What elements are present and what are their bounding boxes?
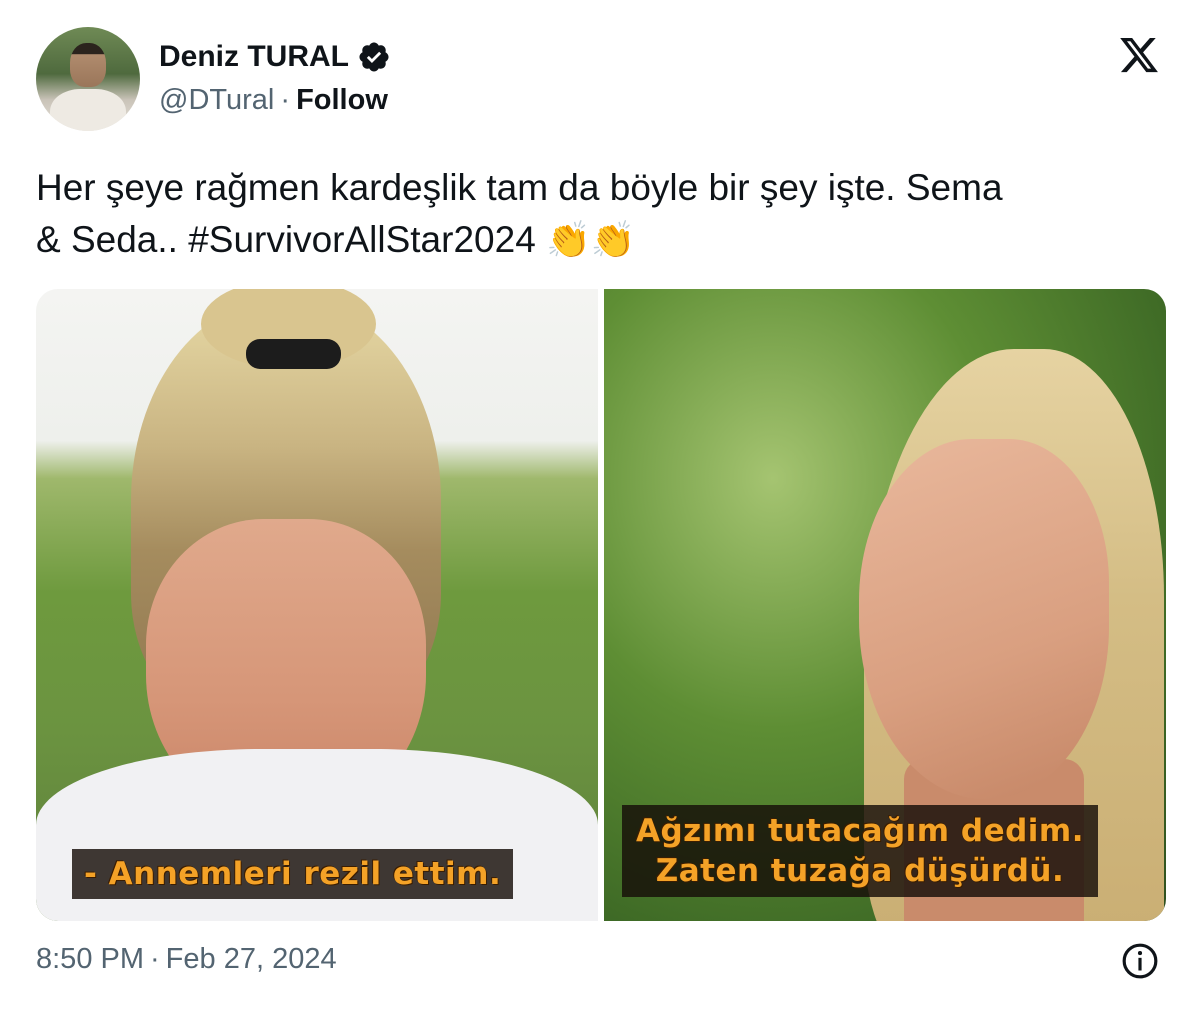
timestamp-time: 8:50 PM <box>36 943 144 975</box>
photo-figure-hair-tie <box>246 339 341 369</box>
avatar[interactable] <box>36 27 140 131</box>
timestamp[interactable]: 8:50 PM · Feb 27, 2024 <box>36 943 337 976</box>
avatar-body <box>50 89 126 131</box>
tweet-text-line-2: & Seda.. #SurvivorAllStar2024 👏👏 <box>36 214 1166 266</box>
subtitle-caption-left: - Annemleri rezil ettim. <box>72 849 514 899</box>
author-handle[interactable]: @DTural <box>159 84 274 116</box>
media-image-right[interactable]: Ağzımı tutacağım dedim. Zaten tuzağa düş… <box>604 289 1166 921</box>
clapping-hands-icon: 👏👏 <box>546 219 636 260</box>
tweet-card: Deniz TURAL @DTural · Follow Her şeye rağm… <box>0 0 1200 1021</box>
tweet-text-line-2-content: & Seda.. #SurvivorAllStar2024 <box>36 219 536 260</box>
author-handle-row: @DTural · Follow <box>159 84 388 117</box>
author-name-row[interactable]: Deniz TURAL <box>159 40 391 74</box>
info-icon[interactable] <box>1121 942 1159 980</box>
author-name[interactable]: Deniz TURAL <box>159 40 349 74</box>
timestamp-date: Feb 27, 2024 <box>165 943 337 975</box>
photo-figure-face <box>859 439 1109 799</box>
timestamp-separator: · <box>150 943 160 975</box>
media-grid[interactable]: - Annemleri rezil ettim. Ağzımı tutacağı… <box>36 289 1166 921</box>
avatar-head <box>70 43 106 87</box>
follow-button[interactable]: Follow <box>296 84 388 116</box>
x-logo-icon[interactable] <box>1114 34 1164 76</box>
tweet-text: Her şeye rağmen kardeşlik tam da böyle b… <box>36 162 1166 266</box>
subtitle-caption-right-line-1: Ağzımı tutacağım dedim. <box>636 813 1085 849</box>
subtitle-caption-right-line-2: Zaten tuzağa düşürdü. <box>655 853 1065 889</box>
subtitle-caption-right: Ağzımı tutacağım dedim. Zaten tuzağa düş… <box>622 805 1099 897</box>
media-image-left[interactable]: - Annemleri rezil ettim. <box>36 289 598 921</box>
verified-badge-icon <box>359 42 389 72</box>
handle-separator: · <box>280 84 291 116</box>
tweet-text-line-1: Her şeye rağmen kardeşlik tam da böyle b… <box>36 167 1003 208</box>
